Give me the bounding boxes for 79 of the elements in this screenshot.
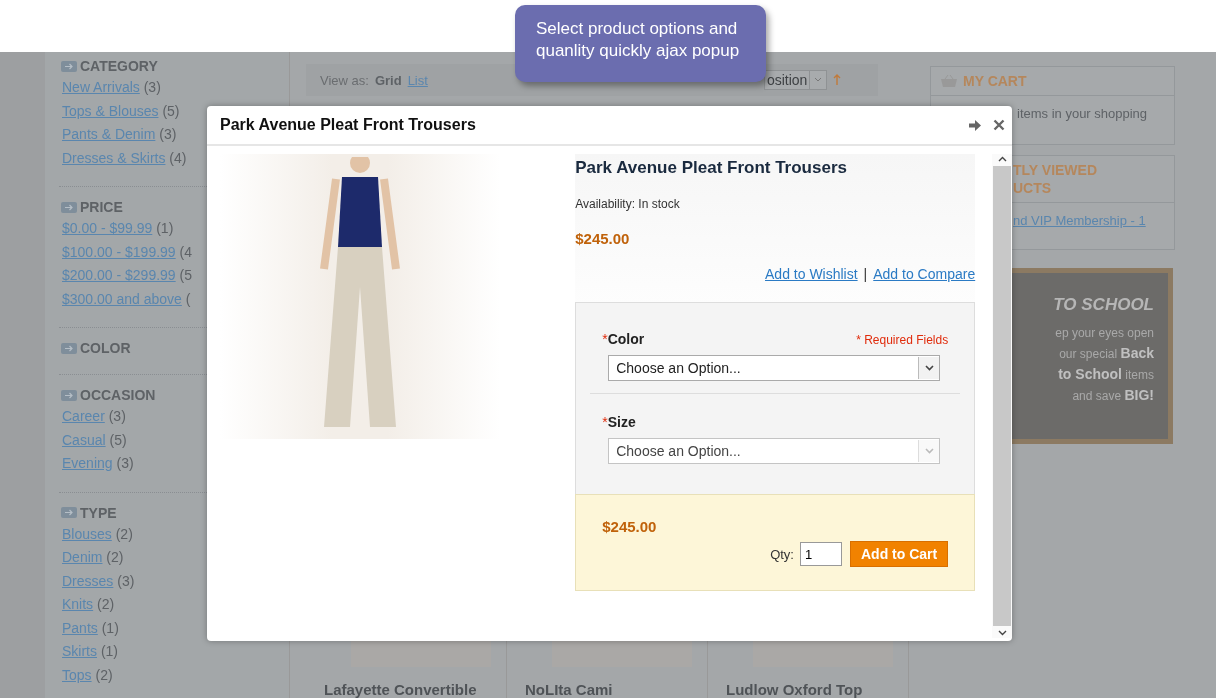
filter-count: (1) xyxy=(156,220,174,236)
filter-count: (1) xyxy=(101,619,119,636)
recently-viewed-title: TLY VIEWED xyxy=(1013,162,1098,178)
tooltip: Select product options and quanlity quickly ajax popup xyxy=(515,5,766,82)
qty-label: Qty: xyxy=(770,546,794,562)
banner-text: ep your eyes open xyxy=(1055,325,1154,342)
filter-count: (1) xyxy=(100,643,118,659)
filter-link[interactable]: $200.00 - $299.99 xyxy=(62,267,176,283)
link-separator: | xyxy=(863,266,868,282)
filter-count: (2) xyxy=(95,666,113,683)
filter-link[interactable]: Knits xyxy=(62,596,94,612)
qty-field[interactable]: 1 xyxy=(800,542,842,566)
filter-count: (3) xyxy=(159,126,177,142)
caret-icon xyxy=(924,365,934,371)
cart-text: items in your shopping xyxy=(1017,106,1148,121)
close-icon[interactable] xyxy=(993,119,1005,131)
product-name[interactable]: Lafayette Convertible xyxy=(324,681,477,698)
filter-count: (5 xyxy=(179,267,192,283)
product-title: Park Avenue Pleat Front Trousers xyxy=(575,158,847,178)
cart-title: MY CART xyxy=(963,73,1027,89)
banner-heading: TO SCHOOL xyxy=(1053,295,1154,315)
sort-select[interactable]: osition xyxy=(763,70,828,90)
filter-count: (3) xyxy=(116,455,134,471)
banner-text: to School items xyxy=(1058,365,1154,384)
filter-count: (2) xyxy=(115,525,133,542)
filter-count: (4 xyxy=(179,243,192,260)
filter-count: (3) xyxy=(143,79,161,95)
caret-icon xyxy=(924,448,934,454)
filter-link[interactable]: Pants & Denim xyxy=(62,126,156,142)
scroll-up-icon[interactable] xyxy=(997,156,1007,162)
product-name[interactable]: Ludlow Oxford Top xyxy=(726,681,863,698)
filter-link[interactable]: Dresses & Skirts xyxy=(62,149,166,166)
option-label: *Size xyxy=(602,414,636,430)
filter-link[interactable]: Dresses xyxy=(62,572,114,589)
product-name[interactable]: NoLIta Cami xyxy=(525,681,613,698)
arrow-icon[interactable] xyxy=(969,119,981,131)
filter-link[interactable]: Evening xyxy=(62,455,113,471)
banner-text: and save BIG! xyxy=(1072,386,1154,405)
filter-count: (3) xyxy=(108,408,126,424)
recently-viewed-title: UCTS xyxy=(1013,180,1052,196)
filter-link[interactable]: $300.00 and above xyxy=(62,290,182,307)
modal-title: Park Avenue Pleat Front Trousers xyxy=(220,116,477,134)
filter-heading: TYPE xyxy=(80,504,117,521)
total-price: $245.00 xyxy=(602,518,658,535)
filter-count: (2) xyxy=(97,596,115,612)
filter-link[interactable]: Denim xyxy=(62,549,103,565)
filter-count: (5) xyxy=(162,102,180,119)
filter-link[interactable]: Tops xyxy=(62,666,92,683)
add-to-cart-button[interactable]: Add to Cart xyxy=(850,541,949,567)
filter-link[interactable]: Blouses xyxy=(62,525,112,542)
filter-heading: COLOR xyxy=(80,340,131,356)
filter-link[interactable]: Career xyxy=(62,408,105,424)
filter-heading: OCCASION xyxy=(80,387,156,403)
filter-link[interactable]: $100.00 - $199.99 xyxy=(62,243,176,260)
filter-link[interactable]: Casual xyxy=(62,431,106,448)
option-label: *Color xyxy=(602,331,645,347)
banner-text: our special Back xyxy=(1059,344,1154,363)
filter-count: (3) xyxy=(117,572,135,589)
scroll-down-icon[interactable] xyxy=(997,630,1007,636)
wishlist-link[interactable]: Add to Wishlist xyxy=(765,266,858,282)
availability-text: Availability: In stock xyxy=(575,197,680,211)
product-price: $245.00 xyxy=(575,230,630,247)
recently-viewed-link[interactable]: nd VIP Membership - 1 xyxy=(1013,213,1146,228)
filter-link[interactable]: Pants xyxy=(62,619,98,636)
filter-count: (4) xyxy=(169,149,187,166)
filter-count: (2) xyxy=(106,549,124,565)
filter-count: (5) xyxy=(109,431,127,448)
caret-icon xyxy=(814,77,823,83)
option-select[interactable]: Choose an Option... xyxy=(608,355,941,381)
scrollbar[interactable] xyxy=(992,154,1012,638)
filter-link[interactable]: $0.00 - $99.99 xyxy=(62,220,153,236)
filter-heading: CATEGORY xyxy=(80,58,158,74)
filter-link[interactable]: New Arrivals xyxy=(62,79,140,95)
view-mode-link[interactable]: Grid xyxy=(374,72,402,88)
filter-count: ( xyxy=(185,290,191,307)
filter-link[interactable]: Skirts xyxy=(62,643,97,659)
filter-link[interactable]: Tops & Blouses xyxy=(62,102,159,119)
view-mode-link[interactable]: List xyxy=(407,72,428,88)
filter-heading: PRICE xyxy=(80,199,123,215)
